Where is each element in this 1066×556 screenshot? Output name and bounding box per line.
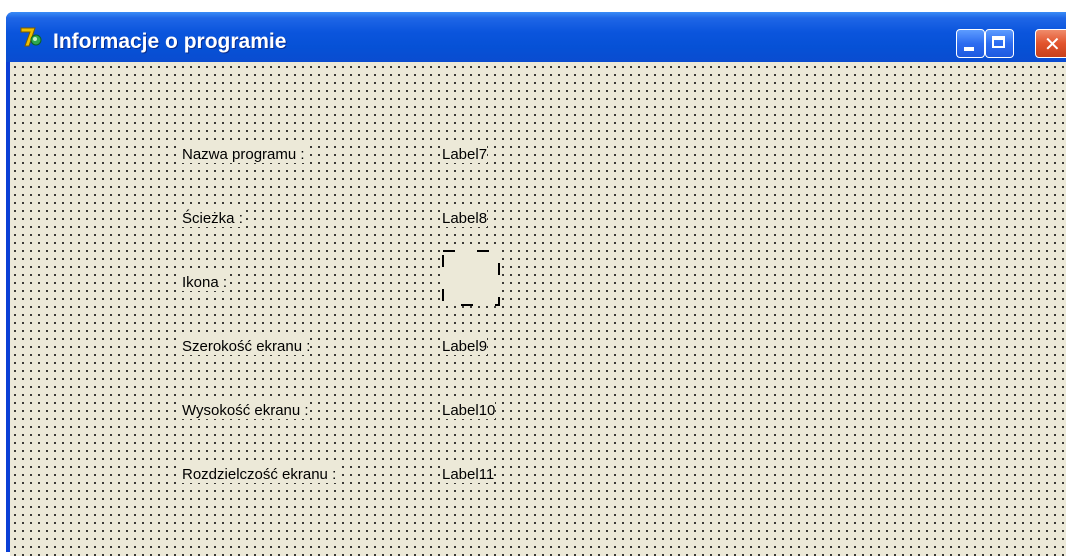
screen-resolution-caption: Rozdzielczość ekranu : [182,466,337,483]
label10-value[interactable]: Label10 [442,402,496,419]
minimize-button[interactable] [956,29,985,58]
label8-value[interactable]: Label8 [442,210,488,227]
close-icon: ✕ [1044,32,1061,56]
path-caption: Ścieżka : [182,210,243,227]
label9-value[interactable]: Label9 [442,338,488,355]
icon-image-placeholder[interactable] [442,250,500,306]
screen-height-caption: Wysokość ekranu : [182,402,309,419]
label11-value[interactable]: Label11 [442,466,495,483]
delphi-app-icon [20,27,42,47]
screen-width-caption: Szerokość ekranu : [182,338,311,355]
form-design-surface[interactable]: Nazwa programu : Label7 Ścieżka : Label8… [10,62,1066,556]
form-window: Informacje o programie ✕ Nazwa programu … [6,12,1066,556]
icon-caption: Ikona : [182,274,228,291]
program-name-caption: Nazwa programu : [182,146,305,163]
title-bar[interactable]: Informacje o programie ✕ [6,12,1066,62]
image-frame-icon [442,250,500,306]
maximize-button[interactable] [985,29,1014,58]
close-button[interactable]: ✕ [1035,29,1066,58]
label7-value[interactable]: Label7 [442,146,488,163]
window-title: Informacje o programie [53,30,287,53]
